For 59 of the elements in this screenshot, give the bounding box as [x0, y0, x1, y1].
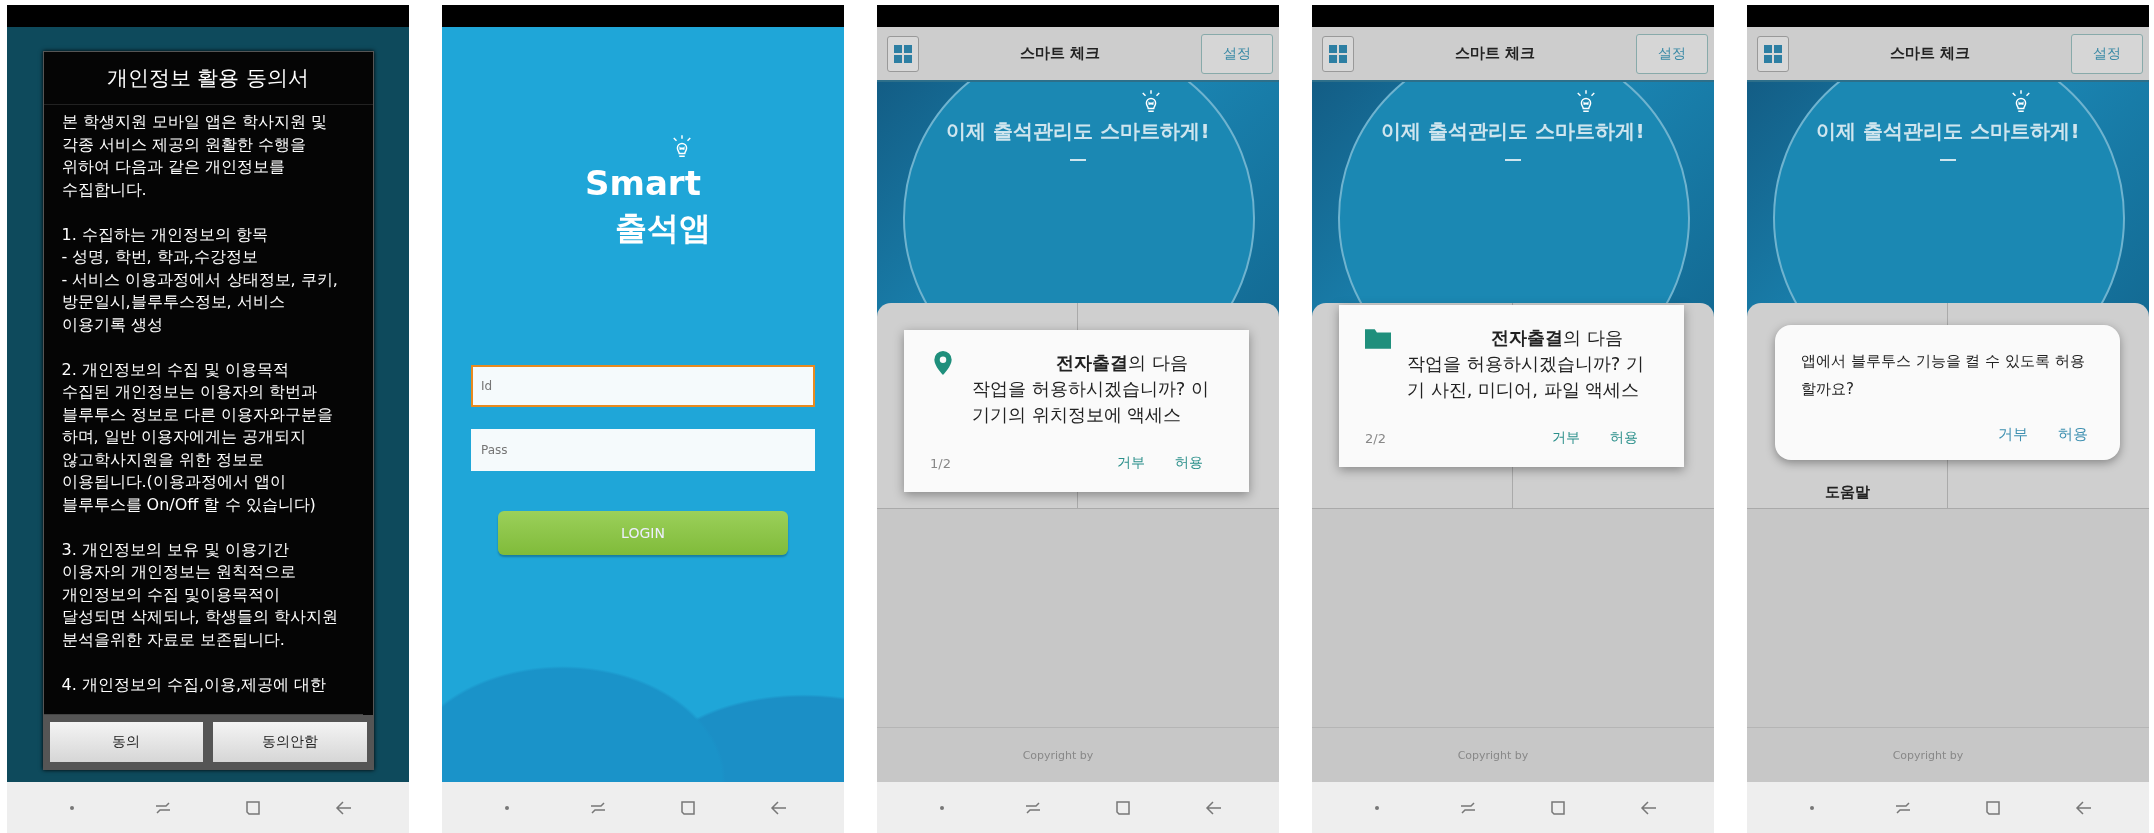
consent-text-line: - 서비스 이용과정에서 상태정보, 쿠키,	[61, 268, 339, 291]
password-field[interactable]: Pass	[471, 429, 815, 471]
dialog-message: 전자출결의 다음 작업을 허용하시겠습니까? 이 기기의 위치정보에 액세스	[972, 351, 1209, 427]
dialog-button[interactable]: 동의	[49, 722, 203, 762]
consent-text-line: 방문일시,블루투스정보, 서비스	[61, 291, 286, 313]
page-counter: 2/2	[1365, 430, 1386, 446]
header-title: 스마트 체크	[1454, 44, 1536, 63]
id-field[interactable]: Id	[471, 365, 815, 407]
menu-grid-button[interactable]	[1322, 35, 1354, 72]
consent-text-line: 위하여 다음과 같은 개인정보를	[61, 156, 286, 178]
dialog-button[interactable]: 거부	[1992, 421, 2034, 448]
consent-text-line: 블루투스 정보로 다른 이용자와구분을	[61, 403, 334, 426]
settings-button[interactable]: 설정	[2071, 33, 2143, 74]
dialog-message: 앱에서 블루투스 기능을 켤 수 있도록 허용할까요?	[1801, 351, 2086, 400]
page-counter: 1/2	[930, 455, 951, 471]
dialog-button[interactable]: 거부	[1546, 425, 1586, 451]
dialog-button[interactable]: 거부	[1111, 450, 1151, 476]
consent-text-line: 수집합니다.	[61, 178, 148, 201]
consent-text-line: 분석을위한 자료로 보존됩니다.	[61, 628, 286, 651]
dialog-title: 개인정보 활용 동의서	[43, 52, 373, 105]
consent-text-line: 않고학사지원을 위한 정보로	[61, 448, 265, 471]
logo-text: Smart	[585, 163, 701, 203]
logo-text: 출석앱	[615, 208, 711, 249]
consent-text-line: 본 학생지원 모바일 앱은 학사지원 및	[61, 111, 328, 133]
consent-text-line: 개인정보의 수집 및이용목적이	[61, 583, 281, 606]
consent-text-line: 달성되면 삭제되나, 학생들의 학사지원	[61, 606, 339, 628]
dialog-button[interactable]: 허용	[2052, 421, 2094, 448]
dialog-button[interactable]: 허용	[1169, 450, 1209, 476]
dialog-button[interactable]: 동의안함	[213, 722, 367, 762]
consent-text-line: 블루투스를 On/Off 할 수 있습니다)	[61, 493, 317, 516]
menu-tile-label[interactable]: 도움말	[1824, 483, 1870, 502]
dialog-button[interactable]: 허용	[1604, 425, 1644, 451]
consent-text-line: 하며, 일반 이용자에게는 공개되지	[61, 426, 307, 448]
copyright-text: Copyright by	[1892, 748, 1964, 762]
header-title: 스마트 체크	[1889, 44, 1971, 63]
dialog-message: 전자출결의 다음 작업을 허용하시겠습니까? 기기 사진, 미디어, 파일 액세스	[1407, 326, 1644, 402]
consent-text-line: 각종 서비스 제공의 원활한 수행을	[61, 133, 307, 156]
menu-grid-button[interactable]	[1757, 35, 1789, 72]
consent-text-line: 수집된 개인정보는 이용자의 학번과	[61, 381, 318, 403]
consent-text-line: 3. 개인정보의 보유 및 이용기간	[61, 538, 291, 561]
copyright-text: Copyright by	[1457, 748, 1529, 762]
consent-text-line: 2. 개인정보의 수집 및 이용목적	[61, 358, 291, 381]
settings-button[interactable]: 설정	[1201, 33, 1273, 74]
banner-slogan: 이제 출석관리도 스마트하게!	[1816, 118, 2080, 145]
consent-text-line: - 성명, 학번, 학과,수강정보	[61, 246, 259, 268]
menu-grid-button[interactable]	[887, 35, 919, 72]
header-title: 스마트 체크	[1019, 44, 1101, 63]
consent-text-line: 이용기록 생성	[61, 313, 164, 336]
copyright-text: Copyright by	[1022, 748, 1094, 762]
consent-text-line: 1. 수집하는 개인정보의 항목	[61, 223, 270, 246]
consent-text-line: 이용자의 개인정보는 원칙적으로	[61, 561, 297, 583]
banner-slogan: 이제 출석관리도 스마트하게!	[1381, 118, 1645, 145]
banner-slogan: 이제 출석관리도 스마트하게!	[946, 118, 1210, 145]
grid-icon	[1763, 43, 1783, 64]
grid-icon	[1328, 43, 1348, 64]
consent-text-line: 이용됩니다.(이용과정에서 앱이	[61, 471, 287, 493]
grid-icon	[893, 43, 913, 64]
consent-text-line: 4. 개인정보의 수집,이용,제공에 대한	[61, 673, 328, 696]
settings-button[interactable]: 설정	[1636, 33, 1708, 74]
